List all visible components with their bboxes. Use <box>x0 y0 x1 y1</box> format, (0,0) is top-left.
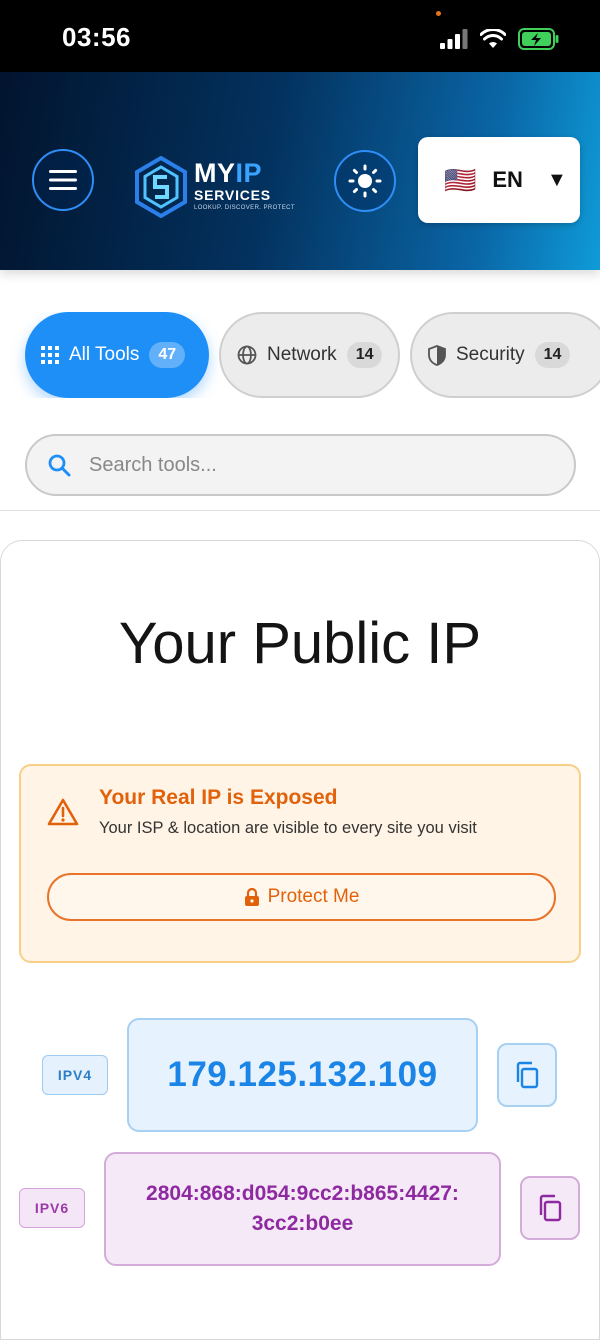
copy-icon <box>516 1061 539 1089</box>
search-icon <box>48 454 71 477</box>
language-selector[interactable]: 🇺🇸 EN ▼ <box>418 137 580 223</box>
category-chips: All Tools 47 Network 14 Security 14 <box>0 312 600 398</box>
logo-subtitle: SERVICES <box>194 187 271 203</box>
status-bar: 03:56 <box>0 0 600 72</box>
chip-count: 14 <box>346 342 383 368</box>
copy-icon <box>539 1194 562 1222</box>
hamburger-icon <box>49 170 77 190</box>
brand-logo[interactable]: MYIP SERVICES LOOKUP. DISCOVER. PROTECT <box>134 156 304 218</box>
page-title: Your Public IP <box>118 611 482 676</box>
status-time: 03:56 <box>62 22 131 52</box>
ipv4-address: 179.125.132.109 <box>127 1018 478 1132</box>
ipv6-tag: IPV6 <box>19 1188 85 1228</box>
logo-title: MYIP <box>194 160 262 187</box>
cellular-signal-icon <box>440 29 468 49</box>
logo-title-prefix: MY <box>194 158 236 188</box>
chip-network[interactable]: Network 14 <box>219 312 400 398</box>
language-code: EN <box>492 167 523 192</box>
alert-title: Your Real IP is Exposed <box>99 786 338 809</box>
copy-ipv6-button[interactable] <box>520 1176 580 1240</box>
chip-all-tools[interactable]: All Tools 47 <box>25 312 209 398</box>
search-bar[interactable] <box>25 434 576 496</box>
chip-label: Security <box>456 344 525 365</box>
theme-toggle-button[interactable] <box>334 150 396 212</box>
protect-me-button[interactable]: Protect Me <box>47 873 556 921</box>
sun-icon <box>348 164 382 198</box>
logo-tagline: LOOKUP. DISCOVER. PROTECT <box>194 205 295 211</box>
protect-me-label: Protect Me <box>267 886 360 907</box>
search-input[interactable] <box>89 453 509 477</box>
chip-label: All Tools <box>69 344 140 365</box>
shield-icon <box>428 344 446 366</box>
chip-label: Network <box>267 344 337 365</box>
divider <box>0 510 600 511</box>
exposure-alert: Your Real IP is Exposed Your ISP & locat… <box>19 764 581 963</box>
privacy-indicator-dot <box>436 11 441 16</box>
battery-charging-icon <box>518 28 559 50</box>
chip-count: 47 <box>149 342 186 368</box>
logo-title-highlight: IP <box>235 158 263 188</box>
ipv6-address: 2804:868:d054:9cc2:b865:4427:3cc2:b0ee <box>104 1152 501 1266</box>
copy-ipv4-button[interactable] <box>497 1043 557 1107</box>
wifi-icon <box>480 29 506 48</box>
lock-icon <box>244 887 259 906</box>
chip-count: 14 <box>534 342 571 368</box>
alert-text: Your ISP & location are visible to every… <box>99 819 477 837</box>
status-icons <box>440 28 560 50</box>
us-flag-icon: 🇺🇸 <box>444 165 477 195</box>
ipv4-tag: IPV4 <box>42 1055 108 1095</box>
app-header: MYIP SERVICES LOOKUP. DISCOVER. PROTECT … <box>0 72 600 270</box>
logo-hexagon-icon <box>135 156 187 218</box>
caret-down-icon: ▼ <box>546 168 567 191</box>
menu-button[interactable] <box>32 149 94 211</box>
globe-icon <box>237 345 257 365</box>
grid-icon <box>41 346 59 364</box>
warning-icon <box>47 798 79 826</box>
chip-security[interactable]: Security 14 <box>410 312 600 398</box>
